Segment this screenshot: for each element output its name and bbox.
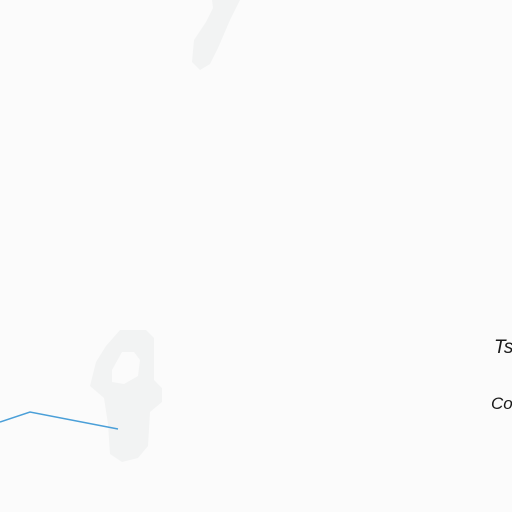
land-patch-south	[90, 330, 162, 462]
map-layer	[0, 0, 240, 462]
land-patch-north	[192, 0, 240, 70]
map-canvas[interactable]: Ts Co	[0, 0, 512, 512]
place-label-ts: Ts	[494, 337, 512, 358]
place-label-co: Co	[491, 394, 512, 413]
river-line	[0, 411, 119, 430]
